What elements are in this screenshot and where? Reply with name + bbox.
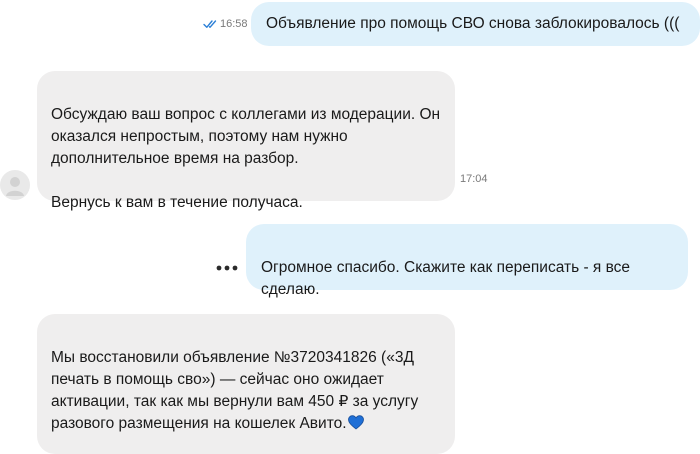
outgoing-message[interactable]: Объявление про помощь СВО снова заблокир… <box>251 2 700 46</box>
avatar[interactable] <box>0 170 30 200</box>
incoming-message[interactable]: Мы восстановили объявление №3720341826 (… <box>37 314 455 454</box>
avatar-icon <box>6 177 24 196</box>
chat-thread: 16:58 Объявление про помощь СВО снова за… <box>0 0 700 454</box>
more-dots-icon[interactable] <box>216 264 238 272</box>
message-time: 16:58 <box>220 18 248 30</box>
blue-heart-icon <box>347 415 364 430</box>
message-text: Огромное спасибо. Скажите как переписать… <box>261 259 631 298</box>
message-text: Объявление про помощь СВО снова заблокир… <box>266 15 680 32</box>
outgoing-message[interactable]: Огромное спасибо. Скажите как переписать… <box>246 224 688 298</box>
double-check-icon <box>203 20 217 28</box>
message-time: 17:04 <box>460 173 488 185</box>
incoming-message[interactable]: Обсуждаю ваш вопрос с коллегами из модер… <box>37 71 455 211</box>
message-text: Обсуждаю ваш вопрос с коллегами из модер… <box>51 106 441 211</box>
